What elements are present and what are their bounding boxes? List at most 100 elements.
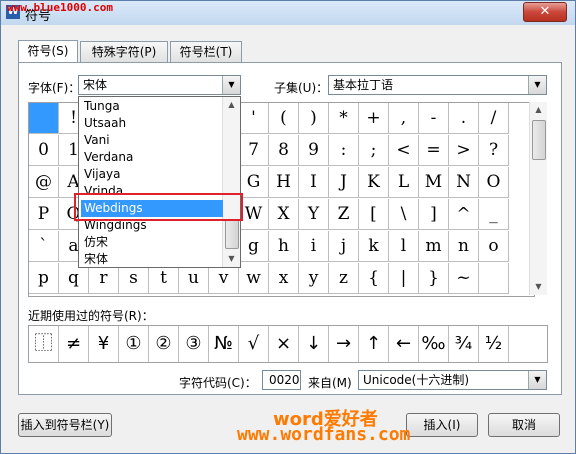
symbol-cell[interactable] — [29, 103, 59, 134]
tab-symbol-bar[interactable]: 符号栏(T) — [170, 41, 242, 62]
insert-button[interactable]: 插入(I) — [406, 413, 478, 437]
scroll-down-icon[interactable]: ▼ — [530, 279, 547, 295]
symbol-cell[interactable]: ? — [479, 135, 509, 166]
recent-symbol-cell[interactable]: ¥ — [89, 326, 119, 362]
symbol-cell[interactable]: h — [269, 231, 299, 262]
font-option[interactable]: Tunga — [81, 98, 223, 115]
chevron-down-icon[interactable]: ▼ — [222, 76, 240, 94]
symbol-cell[interactable]: L — [389, 167, 419, 198]
font-option[interactable]: 仿宋 — [81, 234, 223, 251]
recent-symbol-cell[interactable]: ① — [119, 326, 149, 362]
recent-symbol-cell[interactable]: ③ — [179, 326, 209, 362]
symbol-cell[interactable]: \ — [389, 199, 419, 230]
recent-symbol-cell[interactable]: → — [329, 326, 359, 362]
tab-special-chars[interactable]: 特殊字符(P) — [80, 41, 168, 62]
symbol-cell[interactable]: g — [239, 231, 269, 262]
symbol-cell[interactable]: G — [239, 167, 269, 198]
font-combo[interactable]: 宋体 ▼ — [78, 75, 241, 95]
recent-symbol-cell[interactable]: ¾ — [449, 326, 479, 362]
symbol-cell[interactable]: Y — [299, 199, 329, 230]
recent-symbol-cell[interactable]: № — [209, 326, 239, 362]
symbol-cell[interactable]: I — [299, 167, 329, 198]
symbol-cell[interactable]: P — [29, 199, 59, 230]
recent-symbol-cell[interactable]: ↑ — [359, 326, 389, 362]
scroll-up-icon[interactable]: ▲ — [223, 97, 240, 113]
recent-symbol-cell[interactable]: ↓ — [299, 326, 329, 362]
symbol-cell[interactable] — [479, 263, 509, 294]
encoding-combo[interactable]: Unicode(十六进制) ▼ — [358, 370, 547, 390]
symbol-cell[interactable]: = — [419, 135, 449, 166]
symbol-cell[interactable]: ` — [29, 231, 59, 262]
symbol-cell[interactable]: : — [329, 135, 359, 166]
symbol-cell[interactable]: O — [479, 167, 509, 198]
grid-scrollbar[interactable]: ▲ ▼ — [529, 102, 547, 295]
symbol-cell[interactable]: 9 — [299, 135, 329, 166]
scroll-down-icon[interactable]: ▼ — [223, 251, 240, 267]
font-option[interactable]: Verdana — [81, 149, 223, 166]
symbol-cell[interactable]: < — [389, 135, 419, 166]
symbol-cell[interactable]: k — [359, 231, 389, 262]
symbol-cell[interactable]: 7 — [239, 135, 269, 166]
tab-symbols[interactable]: 符号(S) — [18, 40, 78, 63]
symbol-cell[interactable]: ; — [359, 135, 389, 166]
dropdown-scrollbar[interactable]: ▲ ▼ — [222, 97, 240, 267]
symbol-cell[interactable]: j — [329, 231, 359, 262]
font-option[interactable]: Utsaah — [81, 115, 223, 132]
symbol-cell[interactable]: M — [419, 167, 449, 198]
symbol-cell[interactable]: w — [239, 263, 269, 294]
symbol-cell[interactable]: , — [389, 103, 419, 134]
symbol-cell[interactable]: W — [239, 199, 269, 230]
symbol-cell[interactable]: _ — [479, 199, 509, 230]
symbol-cell[interactable]: ] — [419, 199, 449, 230]
recent-symbol-cell[interactable]: × — [269, 326, 299, 362]
scroll-up-icon[interactable]: ▲ — [530, 102, 547, 118]
font-option[interactable]: Vijaya — [81, 166, 223, 183]
recent-symbol-cell[interactable]: ⿰ — [29, 326, 59, 362]
recent-symbol-cell[interactable]: ② — [149, 326, 179, 362]
symbol-cell[interactable]: } — [419, 263, 449, 294]
scroll-thumb[interactable] — [532, 120, 546, 160]
cancel-button[interactable]: 取消 — [488, 413, 560, 437]
symbol-cell[interactable]: [ — [359, 199, 389, 230]
close-button[interactable]: ✕ — [523, 2, 567, 22]
font-option[interactable]: 宋体 — [81, 251, 223, 268]
symbol-cell[interactable]: - — [419, 103, 449, 134]
symbol-cell[interactable]: p — [29, 263, 59, 294]
symbol-cell[interactable]: { — [359, 263, 389, 294]
symbol-cell[interactable]: o — [479, 231, 509, 262]
symbol-cell[interactable]: ~ — [449, 263, 479, 294]
symbol-cell[interactable]: 8 — [269, 135, 299, 166]
symbol-cell[interactable]: N — [449, 167, 479, 198]
symbol-cell[interactable]: + — [359, 103, 389, 134]
symbol-cell[interactable]: H — [269, 167, 299, 198]
symbol-cell[interactable]: . — [449, 103, 479, 134]
recent-symbol-cell[interactable]: ½ — [479, 326, 509, 362]
symbol-cell[interactable]: @ — [29, 167, 59, 198]
symbol-cell[interactable]: x — [269, 263, 299, 294]
symbol-cell[interactable]: ' — [239, 103, 269, 134]
scroll-thumb[interactable] — [225, 219, 239, 249]
symbol-cell[interactable]: y — [299, 263, 329, 294]
recent-symbol-cell[interactable]: √ — [239, 326, 269, 362]
symbol-cell[interactable]: K — [359, 167, 389, 198]
symbol-cell[interactable]: m — [419, 231, 449, 262]
chevron-down-icon[interactable]: ▼ — [528, 76, 546, 94]
symbol-cell[interactable]: * — [329, 103, 359, 134]
insert-to-bar-button[interactable]: 插入到符号栏(Y) — [18, 413, 112, 437]
symbol-cell[interactable]: ^ — [449, 199, 479, 230]
symbol-cell[interactable]: 0 — [29, 135, 59, 166]
symbol-cell[interactable]: i — [299, 231, 329, 262]
symbol-cell[interactable]: n — [449, 231, 479, 262]
symbol-cell[interactable]: / — [479, 103, 509, 134]
subset-combo[interactable]: 基本拉丁语 ▼ — [328, 75, 547, 95]
symbol-cell[interactable]: > — [449, 135, 479, 166]
symbol-cell[interactable]: ( — [269, 103, 299, 134]
char-code-input[interactable]: 0020 — [262, 370, 301, 390]
symbol-cell[interactable]: z — [329, 263, 359, 294]
symbol-cell[interactable]: ) — [299, 103, 329, 134]
recent-symbol-cell[interactable]: ‰ — [419, 326, 449, 362]
symbol-cell[interactable]: | — [389, 263, 419, 294]
symbol-cell[interactable]: l — [389, 231, 419, 262]
symbol-cell[interactable]: Z — [329, 199, 359, 230]
chevron-down-icon[interactable]: ▼ — [528, 371, 546, 389]
